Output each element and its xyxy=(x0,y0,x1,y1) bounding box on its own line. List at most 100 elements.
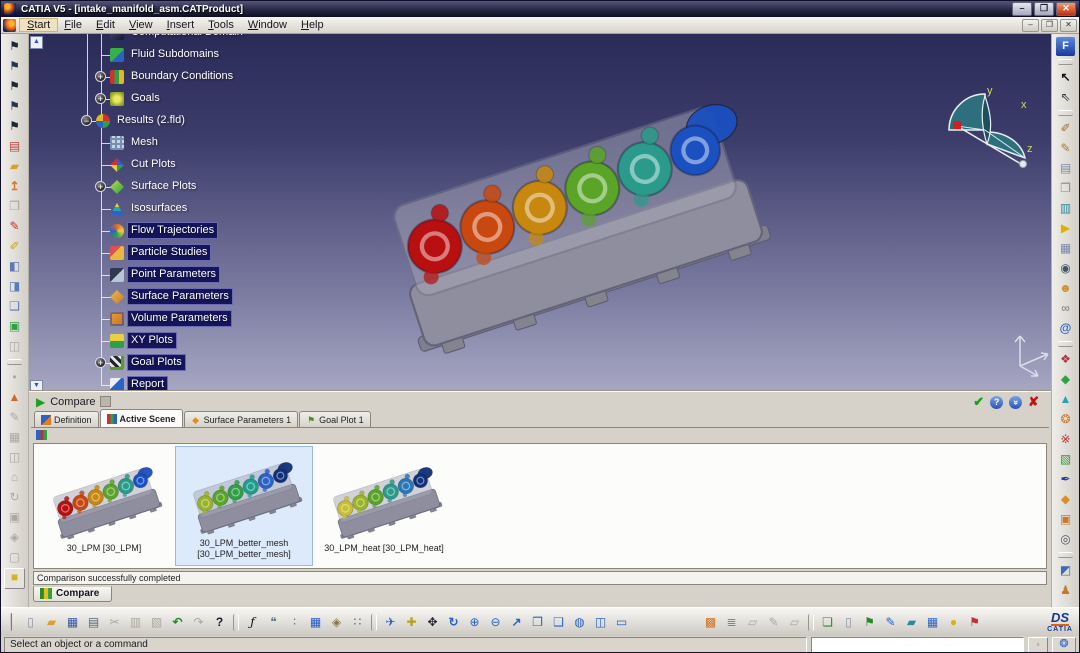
view-compass[interactable]: y x z xyxy=(927,84,1045,172)
open-folder-icon[interactable]: ▰ xyxy=(42,613,61,632)
multi-view-icon[interactable]: ❒ xyxy=(528,613,547,632)
relations-icon[interactable]: ∷ xyxy=(348,613,367,632)
save-icon[interactable]: ▦ xyxy=(63,613,82,632)
folder-color-icon[interactable]: ▰ xyxy=(902,613,921,632)
box-icon[interactable]: ◩ xyxy=(1056,561,1075,580)
command-input[interactable] xyxy=(811,637,1024,653)
tree-item-point-parameters[interactable]: Point Parameters xyxy=(49,264,379,286)
formula-icon[interactable]: ƒ xyxy=(243,613,262,632)
tree-item-fluid-subdomains[interactable]: Fluid Subdomains xyxy=(49,44,379,66)
windows-grid-icon[interactable]: ▦ xyxy=(923,613,942,632)
menu-help[interactable]: Help xyxy=(294,19,331,31)
bookmark-icon[interactable]: ⚑ xyxy=(965,613,984,632)
tree-item-surface-parameters[interactable]: Surface Parameters xyxy=(49,286,379,308)
product-box-icon[interactable]: ◨ xyxy=(5,277,24,296)
play-icon[interactable]: ▶ xyxy=(36,396,45,408)
tree-item-boundary-conditions[interactable]: + Boundary Conditions xyxy=(49,66,379,88)
surface-plots-icon[interactable]: ◆ xyxy=(1056,370,1075,389)
print-icon[interactable]: ▤ xyxy=(84,613,103,632)
undo-icon[interactable]: ↶ xyxy=(168,613,187,632)
menu-insert[interactable]: Insert xyxy=(160,19,202,31)
goal-flag-4-icon[interactable]: ⚑ xyxy=(5,97,24,116)
tree-expander[interactable]: + xyxy=(95,71,106,82)
particle-studies-icon[interactable]: ※ xyxy=(1056,430,1075,449)
tree-item-goal-plots[interactable]: + Goal Plots xyxy=(49,352,379,374)
mdi-restore-button[interactable]: ❐ xyxy=(1041,19,1058,32)
clipboard-icon[interactable]: ▤ xyxy=(1056,159,1075,178)
xy-plots-icon[interactable]: ▧ xyxy=(1056,450,1075,469)
tree-scroll-up[interactable]: ▲ xyxy=(30,36,43,49)
pen-yellow-icon[interactable]: ✐ xyxy=(5,237,24,256)
isosurfaces-icon[interactable]: ▲ xyxy=(1056,390,1075,409)
goal-flag-3-icon[interactable]: ⚑ xyxy=(5,77,24,96)
command-options-button[interactable]: ▫ xyxy=(1028,637,1048,653)
design-table-icon[interactable]: ▦ xyxy=(306,613,325,632)
tree-item-mesh[interactable]: Mesh xyxy=(49,132,379,154)
tab-goal-plot-1[interactable]: ⚑ Goal Plot 1 xyxy=(299,411,371,427)
connect-icon[interactable]: @ xyxy=(1056,319,1075,338)
tree-expander[interactable]: − xyxy=(81,115,92,126)
tree-item-isosurfaces[interactable]: Isosurfaces xyxy=(49,198,379,220)
mesh-view-icon[interactable]: ▲ xyxy=(5,388,24,407)
part-box-icon[interactable]: ◧ xyxy=(5,257,24,276)
pen-red-icon[interactable]: ✎ xyxy=(5,217,24,236)
layers-icon[interactable]: ≣ xyxy=(722,613,741,632)
flow-trajectories-icon[interactable]: ❂ xyxy=(1056,410,1075,429)
goal-flag-5-icon[interactable]: ⚑ xyxy=(5,117,24,136)
grid-squares-icon[interactable]: ▩ xyxy=(701,613,720,632)
maximize-button[interactable]: ❐ xyxy=(1034,2,1054,16)
tree-item-report[interactable]: Report xyxy=(49,374,379,390)
tree-item-volume-parameters[interactable]: Volume Parameters xyxy=(49,308,379,330)
compare-button[interactable]: Compare xyxy=(33,586,112,602)
cancel-icon[interactable]: ✘ xyxy=(1028,394,1039,410)
frame-window-icon[interactable]: F xyxy=(1056,37,1075,56)
whats-this-icon[interactable]: ? xyxy=(210,613,229,632)
swatch-icon[interactable]: ■ xyxy=(4,568,25,589)
tree-item-goals[interactable]: + Goals xyxy=(49,88,379,110)
rotate-icon[interactable]: ↻ xyxy=(444,613,463,632)
lock-icon[interactable]: ◈ xyxy=(327,613,346,632)
catalog-icon[interactable]: ❐ xyxy=(1056,179,1075,198)
zoom-out-icon[interactable]: ⊖ xyxy=(486,613,505,632)
menu-tools[interactable]: Tools xyxy=(201,19,241,31)
zoom-in-icon[interactable]: ⊕ xyxy=(465,613,484,632)
menu-start[interactable]: Start xyxy=(20,19,57,31)
tree-item-xy-plots[interactable]: XY Plots xyxy=(49,330,379,352)
tree-item-flow-trajectories[interactable]: Flow Trajectories xyxy=(49,220,379,242)
collapse-icon[interactable]: « xyxy=(1009,396,1022,409)
open-results-icon[interactable]: ▰ xyxy=(5,157,24,176)
select-icon[interactable]: ↖ xyxy=(1056,68,1075,87)
surface-parameters-icon[interactable]: ◆ xyxy=(1056,490,1075,509)
tree-item-surface-plots[interactable]: + Surface Plots xyxy=(49,176,379,198)
tree-item-results[interactable]: − Results (2.fld) xyxy=(49,110,379,132)
play-simulation-icon[interactable]: ▶ xyxy=(1056,219,1075,238)
doc-edit-icon[interactable]: ✎ xyxy=(881,613,900,632)
export-results-icon[interactable]: ↥ xyxy=(5,177,24,196)
tab-definition[interactable]: Definition xyxy=(34,411,99,427)
fit-all-icon[interactable]: ✚ xyxy=(402,613,421,632)
manikin-icon[interactable]: ♟ xyxy=(1056,581,1075,600)
pan-icon[interactable]: ✥ xyxy=(423,613,442,632)
tools-window-icon[interactable]: ❏ xyxy=(818,613,837,632)
select-multi-icon[interactable]: ⇖ xyxy=(1056,88,1075,107)
cut-plots-icon[interactable]: ❖ xyxy=(1056,350,1075,369)
ok-icon[interactable]: ✔ xyxy=(973,394,984,410)
mdi-minimize-button[interactable]: – xyxy=(1022,19,1039,32)
paint-icon[interactable]: ✐ xyxy=(1056,119,1075,138)
thumbnail-30-lpm-heat[interactable]: 30_LPM_heat [30_LPM_heat] xyxy=(316,446,452,566)
tree-item-particle-studies[interactable]: Particle Studies xyxy=(49,242,379,264)
power-input-icon[interactable]: ❂ xyxy=(1052,637,1076,653)
tab-surface-parameters-1[interactable]: ◆ Surface Parameters 1 xyxy=(184,411,299,427)
iso-view-icon[interactable]: ❑ xyxy=(549,613,568,632)
measure-bars-icon[interactable]: = xyxy=(1056,601,1075,607)
camera-icon[interactable]: ◉ xyxy=(1056,259,1075,278)
share-icon[interactable]: ∞ xyxy=(1056,299,1075,318)
minimize-button[interactable]: – xyxy=(1012,2,1032,16)
tree-item-computational-domain[interactable]: Computational Domain xyxy=(49,34,379,44)
tree-scroll-down[interactable]: ▼ xyxy=(30,380,43,390)
menu-view[interactable]: View xyxy=(122,19,160,31)
new-document-icon[interactable]: ▯ xyxy=(21,613,40,632)
manifold-model[interactable] xyxy=(354,74,784,354)
flag-green-icon[interactable]: ⚑ xyxy=(860,613,879,632)
help-icon[interactable]: ? xyxy=(990,396,1003,409)
